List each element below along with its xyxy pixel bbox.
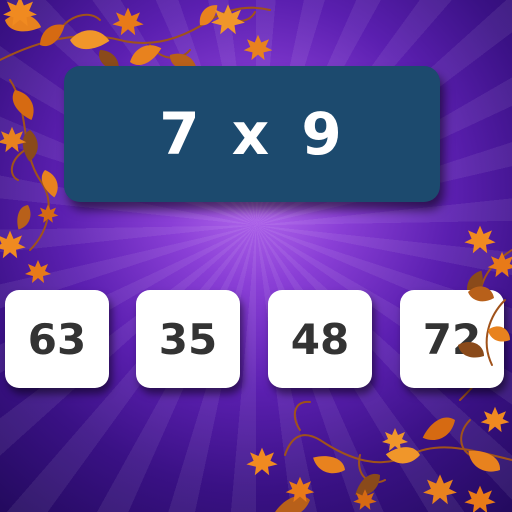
answer-label: 35 bbox=[158, 314, 218, 364]
question-panel: 7 x 9 bbox=[64, 66, 440, 202]
answer-button-1[interactable]: 63 bbox=[5, 290, 109, 388]
answer-button-2[interactable]: 35 bbox=[136, 290, 240, 388]
answer-button-4[interactable]: 72 bbox=[400, 290, 504, 388]
answer-label: 63 bbox=[27, 314, 87, 364]
question-text: 7 x 9 bbox=[159, 100, 345, 168]
answer-label: 72 bbox=[422, 314, 482, 364]
answer-label: 48 bbox=[290, 314, 350, 364]
answer-button-3[interactable]: 48 bbox=[268, 290, 372, 388]
